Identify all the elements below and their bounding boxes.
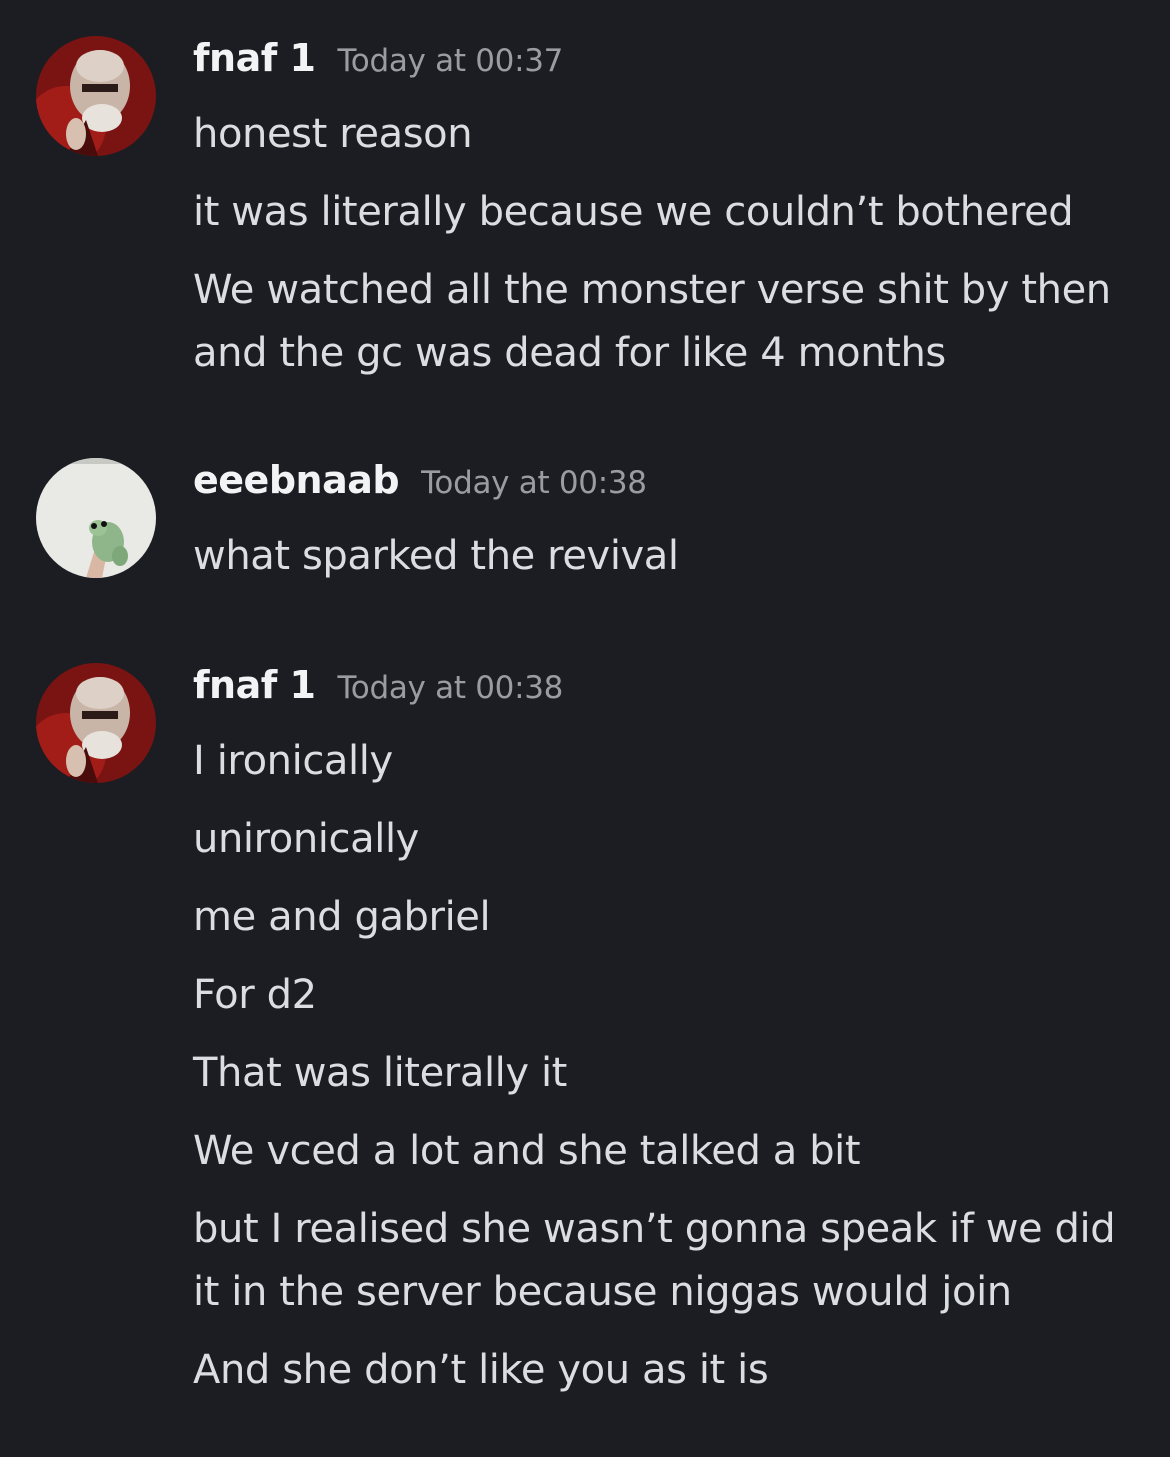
user-avatar[interactable] [36,663,156,783]
message-text: honest reason [193,111,473,157]
message-text: We vced a lot and she talked a bit [193,1128,861,1174]
frog-avatar-icon [36,458,156,578]
message-text: it was literally because we couldn’t bot… [193,189,1074,235]
message-text: what sparked the revival [193,533,679,579]
message-text: That was literally it [193,1050,567,1096]
username[interactable]: eeebnaab [193,458,400,502]
user-avatar[interactable] [36,458,156,578]
message-text: For d2 [193,972,317,1018]
message-text: And she don’t like you as it is [193,1347,769,1393]
message-header: eeebnaab Today at 00:38 [193,458,647,518]
timestamp[interactable]: Today at 00:38 [337,670,563,706]
message-text: I ironically [193,738,393,784]
message-header: fnaf 1 Today at 00:38 [193,663,563,723]
message-text: but I realised she wasn’t gonna speak if… [193,1206,1116,1252]
message-text: me and gabriel [193,894,491,940]
bald-man-red-avatar-icon [36,663,156,783]
bald-man-red-avatar-icon [36,36,156,156]
message-text: unironically [193,816,419,862]
message-header: fnaf 1 Today at 00:37 [193,36,563,96]
message-text: and the gc was dead for like 4 months [193,330,946,376]
message-text: it in the server because niggas would jo… [193,1269,1012,1315]
username[interactable]: fnaf 1 [193,663,316,707]
user-avatar[interactable] [36,36,156,156]
username[interactable]: fnaf 1 [193,36,316,80]
message-text: We watched all the monster verse shit by… [193,267,1111,313]
timestamp[interactable]: Today at 00:38 [421,465,647,501]
timestamp[interactable]: Today at 00:37 [337,43,563,79]
